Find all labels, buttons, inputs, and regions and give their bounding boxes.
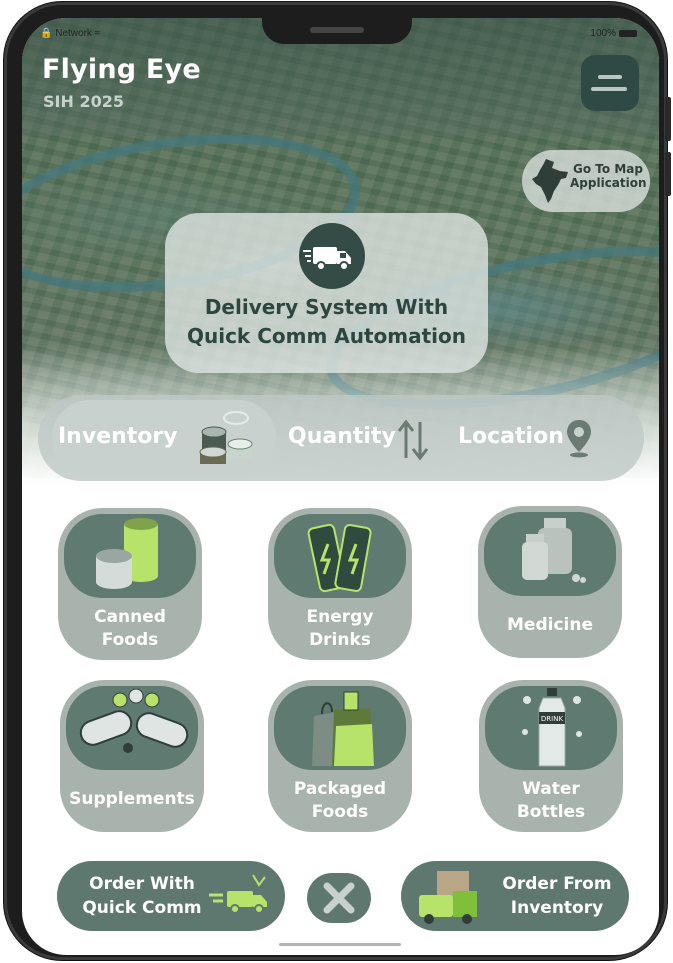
fast-truck-icon (209, 874, 267, 914)
category-label: Canned Foods (58, 606, 202, 652)
delivery-system-card[interactable]: Delivery System With Quick Comm Automati… (165, 213, 488, 373)
category-label-line1: Packaged (293, 779, 387, 799)
menu-button[interactable] (581, 55, 639, 111)
app-title: Flying Eye (42, 54, 201, 85)
water-bottle-icon: DRINK (485, 686, 617, 770)
category-label-line2: Foods (311, 802, 369, 822)
category-medicine[interactable]: Medicine (478, 506, 622, 658)
app-screen: 🔒 Network ≈ 100% Flying Eye SIH 2025 Go … (22, 18, 659, 955)
go-to-map-button[interactable]: Go To Map Application (522, 150, 650, 212)
tab-location[interactable]: Location (458, 400, 634, 475)
water-bottle-svg: DRINK (522, 688, 582, 767)
go-to-map-label: Go To Map Application (570, 162, 647, 190)
canned-food-svg (96, 518, 158, 589)
category-supplements[interactable]: Supplements (60, 680, 204, 832)
battery-icon (619, 29, 637, 37)
supplement-pills-svg (79, 688, 189, 753)
order-from-inventory-label: Order From Inventory (493, 872, 621, 920)
supplement-pills-icon (66, 686, 198, 770)
go-to-map-label-line2: Application (570, 176, 647, 190)
app-subtitle: SIH 2025 (43, 92, 124, 111)
energy-drink-svg (307, 523, 372, 593)
camera-notch (262, 18, 412, 44)
inventory-truck-icon (419, 871, 477, 924)
delivery-truck-svg (303, 247, 351, 271)
category-label-line2: Bottles (516, 802, 586, 822)
category-packaged-foods[interactable]: Packaged Foods (268, 680, 412, 832)
order-quick-comm-button[interactable]: Order With Quick Comm (57, 861, 285, 931)
order-quick-comm-line2: Quick Comm (82, 898, 202, 918)
medicine-bottles-svg (522, 518, 586, 583)
side-button (665, 97, 671, 141)
category-label-line1: Energy (306, 607, 374, 627)
delivery-line2: Quick Comm Automation (186, 324, 467, 348)
energy-drink-icon (274, 514, 406, 598)
order-from-inventory-line1: Order From (502, 874, 612, 894)
hamburger-menu-line (591, 87, 627, 91)
location-pin-icon (567, 420, 591, 458)
category-label: Energy Drinks (268, 606, 412, 652)
order-from-inventory-line2: Inventory (510, 898, 604, 918)
tab-location-label: Location (458, 424, 564, 449)
tab-inventory[interactable]: Inventory (52, 400, 276, 475)
category-label: Medicine (478, 614, 622, 637)
category-label: Packaged Foods (268, 778, 412, 824)
wifi-icon: ≈ (94, 28, 101, 39)
category-label-line1: Medicine (507, 615, 593, 635)
delivery-line1: Delivery System With (204, 295, 449, 319)
order-quick-comm-label: Order With Quick Comm (77, 872, 207, 920)
category-label: Supplements (60, 788, 204, 811)
tablet-frame: 🔒 Network ≈ 100% Flying Eye SIH 2025 Go … (4, 2, 671, 960)
category-water-bottles[interactable]: DRINK Water Bottles (479, 680, 623, 832)
status-carrier: 🔒 Network ≈ (40, 28, 101, 39)
close-button[interactable] (307, 873, 371, 923)
category-canned-foods[interactable]: Canned Foods (58, 508, 202, 660)
canned-food-icon (64, 514, 196, 598)
lock-icon: 🔒 (40, 28, 53, 39)
grocery-bag-icon (274, 686, 406, 770)
hamburger-menu-icon (598, 75, 622, 79)
category-label-line1: Canned (94, 607, 166, 627)
filter-tab-bar: Inventory Quantity Location (38, 395, 644, 481)
tab-inventory-label: Inventory (58, 424, 178, 449)
tab-quantity-label: Quantity (288, 424, 396, 449)
close-icon (323, 882, 355, 914)
tab-quantity[interactable]: Quantity (288, 400, 458, 475)
side-button (665, 152, 671, 196)
go-to-map-label-line1: Go To Map (573, 162, 643, 176)
category-label-line1: Supplements (69, 789, 195, 809)
delivery-truck-icon (299, 223, 365, 289)
status-battery: 100% (590, 28, 637, 39)
india-map-icon (532, 159, 568, 203)
category-label: Water Bottles (479, 778, 623, 824)
category-label-line2: Drinks (309, 630, 371, 650)
sort-arrows-icon (397, 419, 429, 461)
category-energy-drinks[interactable]: Energy Drinks (268, 508, 412, 660)
order-quick-comm-line1: Order With (89, 874, 195, 894)
grocery-bag-svg (312, 691, 374, 766)
category-label-line2: Foods (101, 630, 159, 650)
svg-text:DRINK: DRINK (541, 715, 564, 723)
cans-icon (199, 411, 253, 464)
medicine-bottles-icon (484, 512, 616, 596)
delivery-system-label: Delivery System With Quick Comm Automati… (165, 293, 488, 351)
order-from-inventory-button[interactable]: Order From Inventory (401, 861, 629, 931)
category-label-line1: Water (522, 779, 580, 799)
home-indicator[interactable] (279, 943, 401, 946)
